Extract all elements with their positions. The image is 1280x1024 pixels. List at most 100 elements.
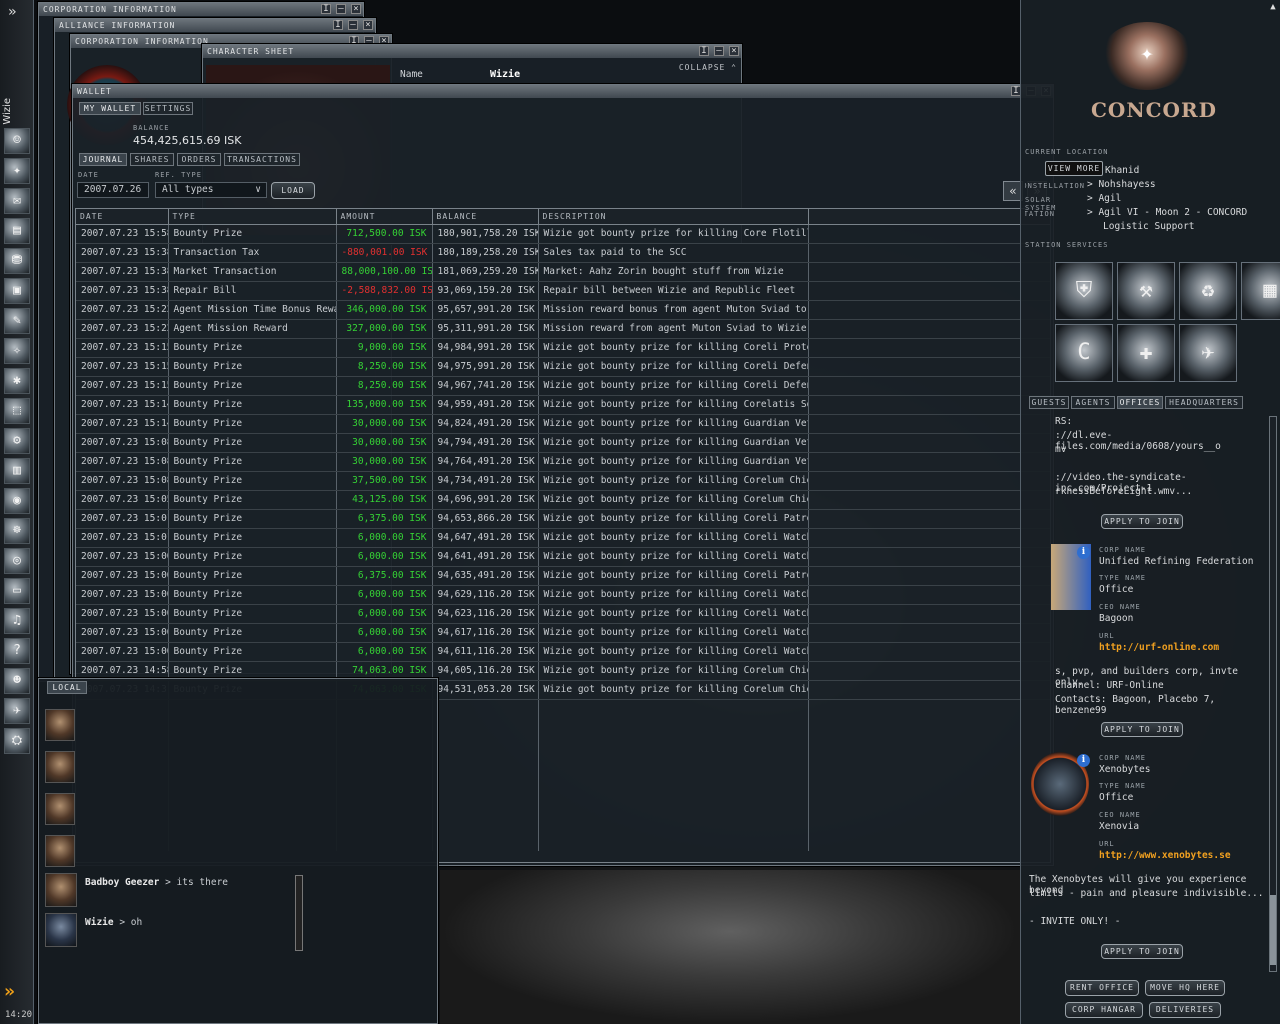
clone-bay-icon[interactable]: C: [1055, 324, 1113, 382]
apply-to-join-button[interactable]: APPLY TO JOIN: [1101, 722, 1183, 737]
arrows-icon[interactable]: »: [4, 982, 30, 1002]
tab-headquarters[interactable]: HEADQUARTERS: [1165, 396, 1243, 409]
office1-link[interactable]: ://dl.eve-files.com/media/0608/yours__o: [1055, 430, 1269, 452]
location-constellation[interactable]: > Nohshayess: [1087, 179, 1156, 190]
journal-row[interactable]: 2007.07.23 15:22 Agent Mission Time Bonus…: [76, 300, 1050, 320]
audio-icon[interactable]: ♫: [4, 608, 30, 634]
minimize-icon[interactable]: –: [714, 46, 724, 56]
journal-row[interactable]: 2007.07.23 15:08 Bounty Prize 37,500.00 IS…: [76, 471, 1050, 491]
tab-local[interactable]: LOCAL: [47, 681, 87, 694]
fitting-icon[interactable]: ⚒: [1117, 262, 1175, 320]
journal-icon[interactable]: ✎: [4, 308, 30, 334]
industry-icon[interactable]: ⚙: [4, 428, 30, 454]
journal-row[interactable]: 2007.07.23 15:22 Agent Mission Reward 327,…: [76, 319, 1050, 339]
mail-icon[interactable]: ✉: [4, 188, 30, 214]
apply-to-join-button[interactable]: APPLY TO JOIN: [1101, 944, 1183, 959]
rent-office-button[interactable]: RENT OFFICE: [1065, 980, 1139, 996]
info-icon[interactable]: i: [699, 46, 709, 56]
journal-row[interactable]: 2007.07.23 15:01 Bounty Prize 6,000.00 ISK…: [76, 528, 1050, 548]
tab-guests[interactable]: GUESTS: [1029, 396, 1069, 409]
journal-row[interactable]: 2007.07.23 15:38 Repair Bill -2,588,832.00…: [76, 281, 1050, 301]
starmap-icon[interactable]: ✱: [4, 368, 30, 394]
journal-row[interactable]: 2007.07.23 15:00 Bounty Prize 6,000.00 ISK…: [76, 604, 1050, 624]
reprocessing-icon[interactable]: ♻: [1179, 262, 1237, 320]
scroll-thumb[interactable]: [1270, 895, 1276, 965]
column-header[interactable]: BALANCE: [432, 209, 539, 225]
medical-icon[interactable]: ✚: [1117, 324, 1175, 382]
tab-orders[interactable]: ORDERS: [177, 153, 221, 166]
move-hq-here-button[interactable]: MOVE HQ HERE: [1145, 980, 1225, 996]
corp-url-link[interactable]: http://www.xenobytes.se: [1099, 850, 1231, 861]
ship-icon[interactable]: ✦: [4, 158, 30, 184]
close-icon[interactable]: ×: [729, 46, 739, 56]
universe-icon[interactable]: ◎: [4, 548, 30, 574]
journal-row[interactable]: 2007.07.23 15:14 Bounty Prize 135,000.00 I…: [76, 395, 1050, 415]
fleet-icon[interactable]: ✈: [4, 698, 30, 724]
offices-scrollbar[interactable]: [1269, 416, 1277, 972]
pilot-name[interactable]: Wizie: [2, 98, 13, 125]
tab-agents[interactable]: AGENTS: [1071, 396, 1115, 409]
journal-row[interactable]: 2007.07.23 15:00 Bounty Prize 6,375.00 ISK…: [76, 566, 1050, 586]
journal-row[interactable]: 2007.07.23 15:08 Bounty Prize 30,000.00 IS…: [76, 452, 1050, 472]
deliveries-button[interactable]: DELIVERIES: [1149, 1002, 1221, 1018]
wallet-titlebar[interactable]: WALLETi–×: [73, 85, 1053, 98]
ceo-name[interactable]: Bagoon: [1099, 613, 1133, 624]
calculator-icon[interactable]: ▥: [4, 458, 30, 484]
location-region[interactable]: Khanid: [1105, 165, 1139, 176]
location-system[interactable]: > Agil: [1087, 193, 1121, 204]
character-icon[interactable]: ☻: [4, 668, 30, 694]
journal-row[interactable]: 2007.07.23 15:15 Bounty Prize 9,000.00 ISK…: [76, 338, 1050, 358]
close-icon[interactable]: ×: [363, 20, 373, 30]
corp-hangar-button[interactable]: CORP HANGAR: [1065, 1002, 1143, 1018]
load-button[interactable]: LOAD: [271, 182, 315, 199]
apply-to-join-button[interactable]: APPLY TO JOIN: [1101, 514, 1183, 529]
journal-row[interactable]: 2007.07.23 15:00 Bounty Prize 6,000.00 ISK…: [76, 642, 1050, 662]
help-lifebuoy-icon[interactable]: ◉: [4, 488, 30, 514]
alliance-titlebar[interactable]: ALLIANCE INFORMATION i – ×: [55, 19, 375, 32]
ref-type-select[interactable]: All types ∨: [155, 182, 267, 198]
journal-row[interactable]: 2007.07.23 15:14 Bounty Prize 30,000.00 IS…: [76, 414, 1050, 434]
tab-my-wallet[interactable]: MY WALLET: [79, 102, 141, 115]
journal-row[interactable]: 2007.07.23 15:00 Bounty Prize 6,000.00 ISK…: [76, 585, 1050, 605]
cargo-icon[interactable]: ⬚: [4, 398, 30, 424]
journal-row[interactable]: 2007.07.23 15:08 Bounty Prize 30,000.00 IS…: [76, 433, 1050, 453]
corp-url-link[interactable]: http://urf-online.com: [1099, 642, 1219, 653]
tab-shares[interactable]: SHARES: [130, 153, 174, 166]
tab-journal[interactable]: JOURNAL: [79, 153, 127, 166]
journal-row[interactable]: 2007.07.23 15:38 Market Transaction 88,000…: [76, 262, 1050, 282]
journal-row[interactable]: 2007.07.23 15:00 Bounty Prize 6,000.00 ISK…: [76, 547, 1050, 567]
drones-icon[interactable]: ⛭: [4, 728, 30, 754]
chat-scrollbar[interactable]: [295, 875, 303, 951]
collapse-button[interactable]: COLLAPSE ⌃: [679, 63, 737, 72]
journal-row[interactable]: 2007.07.23 15:00 Bounty Prize 6,000.00 ISK…: [76, 623, 1050, 643]
info-icon[interactable]: i: [1077, 546, 1090, 559]
chat-sender[interactable]: Badboy Geezer: [85, 877, 159, 888]
info-icon[interactable]: i: [1077, 754, 1090, 767]
journal-row[interactable]: 2007.07.23 15:38 Transaction Tax -880,001.…: [76, 243, 1050, 263]
logbook-icon[interactable]: ▭: [4, 578, 30, 604]
column-header[interactable]: DATE: [76, 209, 169, 225]
journal-row[interactable]: 2007.07.23 15:15 Bounty Prize 8,250.00 ISK…: [76, 376, 1050, 396]
date-field[interactable]: 2007.07.26: [77, 182, 149, 198]
location-station[interactable]: > Agil VI - Moon 2 - CONCORD: [1087, 207, 1247, 218]
assets-icon[interactable]: ⛃: [4, 248, 30, 274]
chat-sender[interactable]: Wizie: [85, 917, 114, 928]
map-icon[interactable]: ✧: [4, 338, 30, 364]
notepad-icon[interactable]: ▤: [4, 218, 30, 244]
tab-offices[interactable]: OFFICES: [1117, 396, 1163, 409]
column-header[interactable]: DESCRIPTION: [538, 209, 809, 225]
charsheet-titlebar[interactable]: CHARACTER SHEET i – ×: [203, 45, 741, 58]
info-icon[interactable]: i: [321, 4, 331, 14]
minimize-icon[interactable]: –: [348, 20, 358, 30]
corp-info-1-titlebar[interactable]: CORPORATION INFORMATION i – ×: [39, 3, 363, 16]
repair-shop-icon[interactable]: ⛨: [1055, 262, 1113, 320]
info-icon[interactable]: ?: [4, 638, 30, 664]
market-icon[interactable]: ▣: [4, 278, 30, 304]
journal-row[interactable]: 2007.07.23 15:15 Bounty Prize 8,250.00 ISK…: [76, 357, 1050, 377]
column-header[interactable]: TYPE: [168, 209, 337, 225]
journal-row[interactable]: 2007.07.23 15:01 Bounty Prize 6,375.00 ISK…: [76, 509, 1050, 529]
market-icon[interactable]: ▦: [1241, 262, 1280, 320]
ship-hangar-icon[interactable]: ✈: [1179, 324, 1237, 382]
minimize-icon[interactable]: –: [336, 4, 346, 14]
expand-icon[interactable]: »: [8, 4, 16, 20]
